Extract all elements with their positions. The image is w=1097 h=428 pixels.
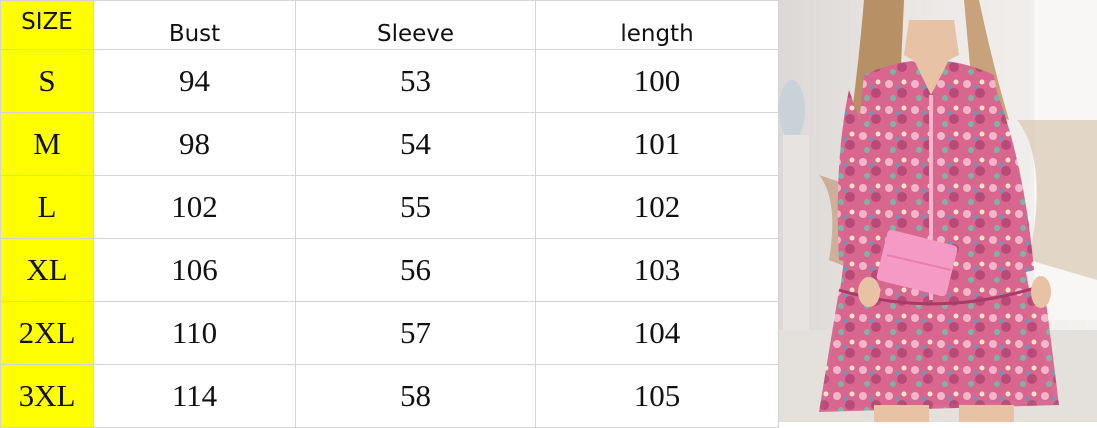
bust-cell: 94 (93, 49, 296, 113)
table-row: 2XL 110 57 104 (0, 301, 779, 365)
length-cell: 101 (535, 112, 779, 176)
bust-cell: 110 (93, 301, 296, 365)
table-row: M 98 54 101 (0, 112, 779, 176)
sleeve-cell: 57 (295, 301, 536, 365)
table-row: S 94 53 100 (0, 49, 779, 113)
hand-left (858, 277, 880, 307)
product-photo (779, 0, 1097, 422)
size-cell: L (0, 175, 94, 239)
table-row: L 102 55 102 (0, 175, 779, 239)
length-cell: 100 (535, 49, 779, 113)
length-cell: 105 (535, 364, 779, 428)
table-header-row: SIZE Bust Sleeve length (0, 0, 779, 50)
bust-cell: 114 (93, 364, 296, 428)
table-row: XL 106 56 103 (0, 238, 779, 302)
sleeve-cell: 58 (295, 364, 536, 428)
length-cell: 104 (535, 301, 779, 365)
size-cell: S (0, 49, 94, 113)
size-cell: M (0, 112, 94, 176)
header-bust: Bust (93, 0, 296, 50)
size-cell: 3XL (0, 364, 94, 428)
sleeve-cell: 54 (295, 112, 536, 176)
bust-cell: 98 (93, 112, 296, 176)
bust-cell: 102 (93, 175, 296, 239)
length-cell: 102 (535, 175, 779, 239)
sleeve-cell: 55 (295, 175, 536, 239)
header-sleeve: Sleeve (295, 0, 536, 50)
size-chart-table: SIZE Bust Sleeve length S 94 53 100 M 98… (0, 0, 779, 428)
sleeve-cell: 53 (295, 49, 536, 113)
sleeve-cell: 56 (295, 238, 536, 302)
size-cell: 2XL (0, 301, 94, 365)
hand-right (1031, 276, 1051, 308)
length-cell: 103 (535, 238, 779, 302)
table-row: 3XL 114 58 105 (0, 364, 779, 428)
header-size: SIZE (0, 0, 94, 50)
bust-cell: 106 (93, 238, 296, 302)
vase-shape (779, 80, 805, 140)
header-length: length (535, 0, 779, 50)
size-cell: XL (0, 238, 94, 302)
